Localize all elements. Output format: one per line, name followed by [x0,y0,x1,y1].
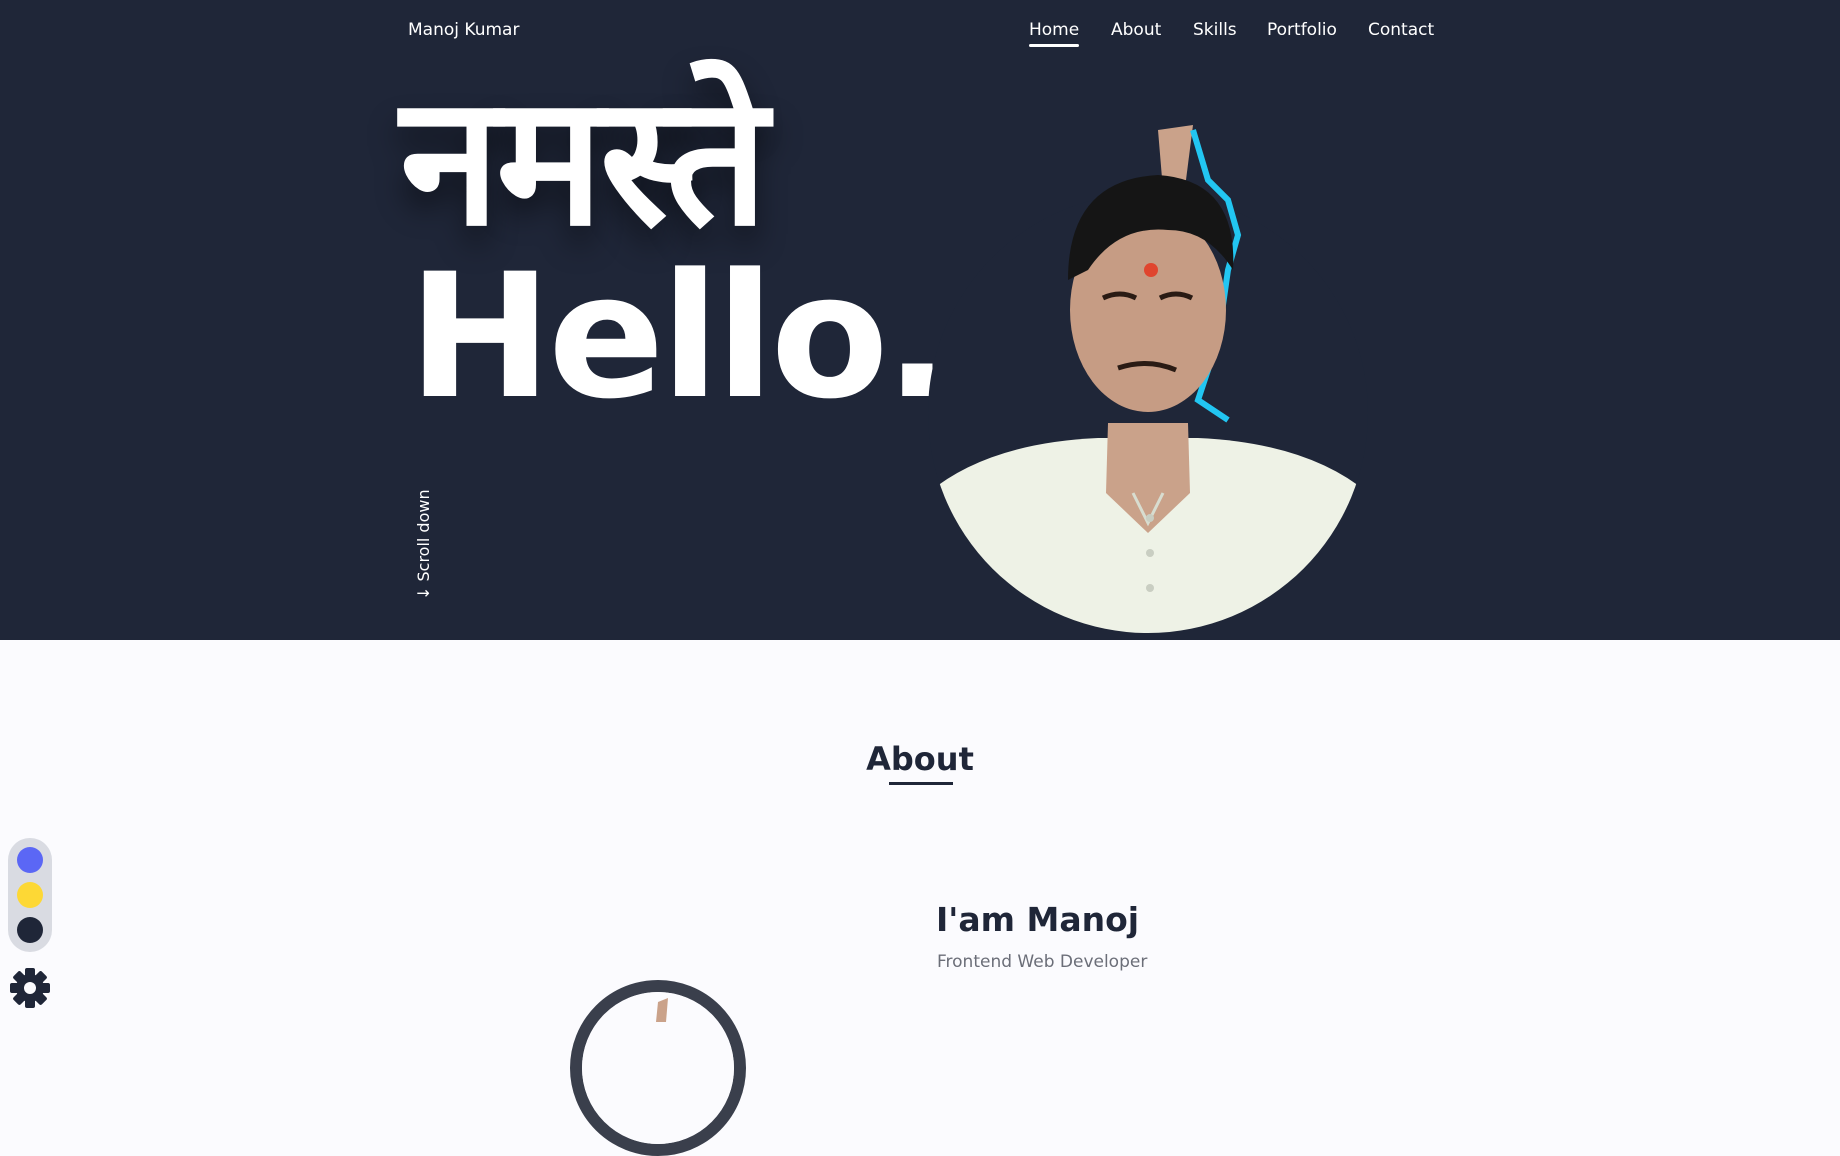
scroll-down-label: ↓ Scroll down [414,489,433,600]
hero-section: Manoj Kumar Home About Skills Portfolio … [0,0,1840,640]
gear-icon [10,968,50,1008]
about-intro-subtitle: Frontend Web Developer [937,952,1148,972]
nav-skills[interactable]: Skills [1193,20,1237,52]
scroll-down-link[interactable]: ↓ Scroll down [414,488,434,600]
about-section-title: About [866,740,974,778]
theme-swatch-blue[interactable] [17,847,43,873]
about-photo [570,980,746,1156]
about-photo-illustration [582,992,734,1144]
nav-about[interactable]: About [1111,20,1161,52]
greeting-english: Hello. [408,236,950,437]
nav-portfolio[interactable]: Portfolio [1267,20,1337,52]
portrait-head [1068,125,1242,423]
about-title-underline [889,782,953,785]
greeting-hindi: नमस्ते [400,57,768,266]
brand-logo[interactable]: Manoj Kumar [408,20,519,40]
about-intro-title: I'am Manoj [936,900,1140,939]
theme-swatch-dark[interactable] [17,917,43,943]
nav-home[interactable]: Home [1029,20,1080,52]
settings-button[interactable] [8,966,52,1010]
theme-swatch-yellow[interactable] [17,882,43,908]
hero-portrait [928,120,1368,640]
theme-swatch-panel [8,838,52,952]
nav-contact[interactable]: Contact [1368,20,1434,52]
